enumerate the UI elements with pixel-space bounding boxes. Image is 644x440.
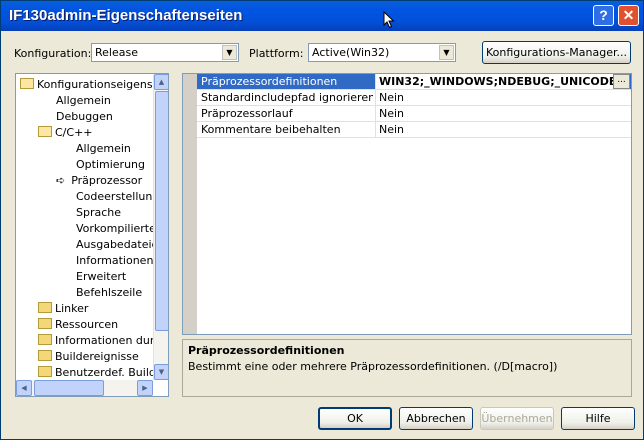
tree-item-label: Informationen d [76,254,164,267]
tree-item-label: Ressourcen [55,318,119,331]
property-name: Präprozessordefinitionen [201,75,338,88]
platform-value: Active(Win32) [312,46,390,59]
tree-item[interactable]: Allgemein [56,93,111,108]
tree-item-label: Allgemein [76,142,131,155]
cancel-button[interactable]: Abbrechen [399,407,473,430]
tree-item[interactable]: Informationen d [76,253,164,268]
tree-item[interactable]: Informationen durcl [38,333,163,348]
property-value-input[interactable]: WIN32;_WINDOWS;NDEBUG;_UNICODE [376,74,616,89]
tree-item[interactable]: Sprache [76,205,121,220]
scroll-left-icon[interactable]: ◀ [16,380,32,396]
property-name: Standardincludepfad ignorieren [201,91,373,104]
config-value: Release [95,46,138,59]
apply-button[interactable]: Übernehmen [480,407,554,430]
help-title-button[interactable]: ? [593,5,614,26]
property-grid[interactable]: Präprozessordefinitionen WIN32;_WINDOWS;N… [182,73,632,335]
scroll-thumb[interactable] [155,91,168,331]
tree-item-label: Optimierung [76,158,145,171]
tree-item-label: Konfigurationseigenscha [37,78,169,91]
property-row[interactable]: Kommentare beibehalten Nein [197,122,631,138]
close-button[interactable]: ✕ [618,5,639,26]
folder-icon [38,318,52,329]
property-row[interactable]: Standardincludepfad ignorieren Nein [197,90,631,106]
tree-item[interactable]: Allgemein [76,141,131,156]
property-value: Nein [379,107,405,120]
description-text: Bestimmt eine oder mehrere Präprozessord… [188,360,558,373]
tree-item[interactable]: Befehlszeile [76,285,142,300]
folder-icon [38,366,52,377]
folder-icon [38,350,52,361]
folder-icon [38,334,52,345]
tree-item[interactable]: Linker [38,301,88,316]
hscroll-thumb[interactable] [34,380,104,396]
tree-item-label: Buildereignisse [55,350,139,363]
tree-item[interactable]: Benutzerdef. Builds [38,365,162,380]
tree-item-label: Erweitert [76,270,127,283]
tree-vertical-scrollbar[interactable]: ▲ ▼ [153,74,168,380]
tree-item[interactable]: ➪ Präprozessor [56,173,142,188]
config-label: Konfiguration: [14,47,92,60]
platform-select[interactable]: Active(Win32) ▼ [308,43,456,62]
property-value: Nein [379,91,405,104]
property-name: Kommentare beibehalten [201,123,341,136]
tree-item-label: Benutzerdef. Builds [55,366,162,379]
folder-icon [38,302,52,313]
tree-item[interactable]: Debuggen [56,109,113,124]
column-divider[interactable] [375,90,376,106]
properties-dialog: IF130admin-Eigenschaftenseiten ? ✕ Konfi… [0,0,644,440]
ellipsis-button[interactable]: ... [613,74,630,89]
tree-item-label: Ausgabedateien [76,238,166,251]
chevron-down-icon[interactable]: ▼ [222,45,237,60]
tree-item[interactable]: Erweitert [76,269,126,284]
window-title: IF130admin-Eigenschaftenseiten [9,7,243,24]
scroll-right-icon[interactable]: ▶ [137,380,153,396]
tree-item[interactable]: Konfigurationseigenscha [20,77,169,92]
column-divider[interactable] [375,106,376,122]
config-manager-button[interactable]: Konfigurations-Manager... [482,41,631,64]
property-name: Präprozessorlauf [201,107,293,120]
category-tree[interactable]: Konfigurationseigenscha Allgemein Debuggen… [15,73,169,397]
folder-open-icon [38,126,52,137]
description-panel: Präprozessordefinitionen Bestimmt eine o… [182,339,632,397]
grid-gutter [183,74,197,334]
tree-item-label: Informationen durcl [55,334,164,347]
tree-item[interactable]: Buildereignisse [38,349,139,364]
property-value: Nein [379,123,405,136]
ok-button[interactable]: OK [318,407,392,430]
platform-label: Plattform: [249,47,304,60]
help-button[interactable]: Hilfe [561,407,635,430]
tree-item-label: Präprozessor [71,174,143,187]
tree-item-label: C/C++ [55,126,93,139]
tree-item[interactable]: C/C++ [38,125,93,140]
folder-open-icon [20,78,34,89]
scroll-up-icon[interactable]: ▲ [154,74,168,90]
column-divider[interactable] [375,122,376,138]
tree-item-label: Debuggen [56,110,113,123]
tree-horizontal-scrollbar[interactable]: ◀ ▶ [16,380,153,396]
tree-item[interactable]: Ausgabedateien [76,237,165,252]
tree-item[interactable]: Ressourcen [38,317,118,332]
scroll-down-icon[interactable]: ▼ [154,364,168,380]
tree-item-label: Sprache [76,206,122,219]
arrow-icon: ➪ [56,174,66,187]
tree-item-label: Allgemein [56,94,111,107]
tree-item-label: Codeerstellung [76,190,160,203]
property-row[interactable]: Präprozessorlauf Nein [197,106,631,122]
tree-item[interactable]: Optimierung [76,157,145,172]
config-select[interactable]: Release ▼ [91,43,239,62]
description-title: Präprozessordefinitionen [188,344,345,357]
tree-item[interactable]: Codeerstellung [76,189,159,204]
tree-item-label: Befehlszeile [76,286,143,299]
property-row[interactable]: Präprozessordefinitionen WIN32;_WINDOWS;N… [197,74,631,90]
tree-item-label: Linker [55,302,89,315]
chevron-down-icon[interactable]: ▼ [439,45,454,60]
mouse-cursor-icon [383,11,395,29]
title-bar[interactable]: IF130admin-Eigenschaftenseiten ? ✕ [1,1,643,31]
